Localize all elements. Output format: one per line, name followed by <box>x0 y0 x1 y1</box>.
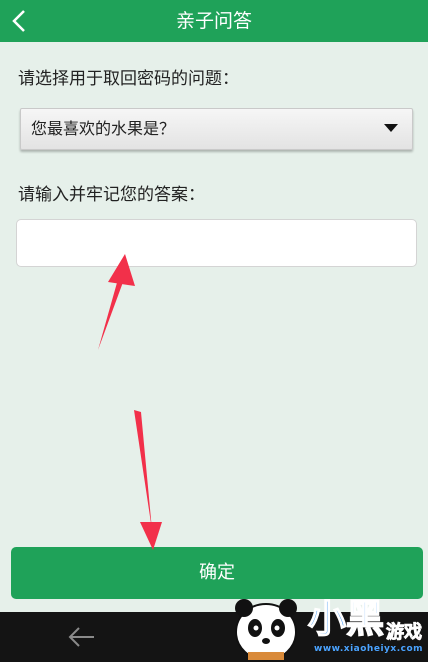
nav-back-button[interactable] <box>62 622 102 652</box>
watermark-logo: 小黑 游戏 www.xiaoheiyx.com <box>230 588 428 662</box>
app-header: 亲子问答 <box>0 0 428 42</box>
watermark-site-text: www.xiaoheiyx.com <box>314 644 424 654</box>
annotation-arrow-down <box>134 410 162 550</box>
selected-question-text: 您最喜欢的水果是？ <box>31 119 176 138</box>
security-question-select[interactable]: 您最喜欢的水果是？ <box>20 108 413 150</box>
answer-input[interactable] <box>16 219 417 267</box>
annotation-arrow-up <box>98 254 135 350</box>
brand-text-graphic: 小黑 游戏 <box>307 596 422 643</box>
panda-icon <box>235 599 297 661</box>
svg-text:游戏: 游戏 <box>386 621 422 643</box>
svg-text:小黑: 小黑 <box>308 597 384 641</box>
security-question-label: 请选择用于取回密码的问题： <box>18 69 239 89</box>
page-title: 亲子问答 <box>175 10 252 32</box>
dropdown-triangle-icon <box>384 124 398 132</box>
arrow-left-icon <box>68 627 94 647</box>
answer-label: 请输入并牢记您的答案： <box>18 185 205 205</box>
